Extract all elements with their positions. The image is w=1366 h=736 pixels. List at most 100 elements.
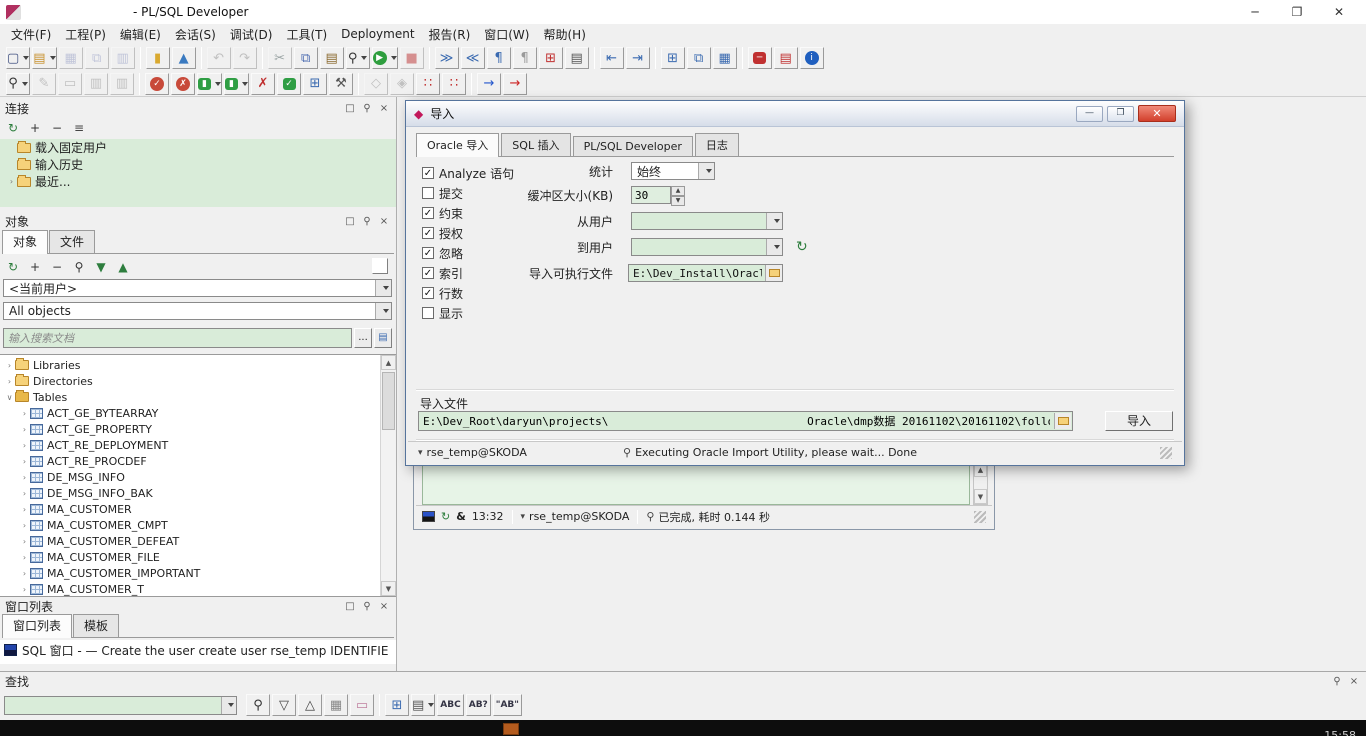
maximize-button[interactable]: ❐ (1276, 1, 1318, 23)
menu-item-7[interactable]: 报告(R) (422, 24, 478, 45)
objects-dock-box-button[interactable] (372, 258, 388, 274)
filter-objects-icon[interactable]: ▼ (91, 258, 111, 276)
checkbox-icon[interactable] (422, 307, 434, 319)
about-icon[interactable]: i (799, 47, 824, 69)
find-object-icon[interactable]: ⚲ (69, 258, 89, 276)
find-icon[interactable]: ⚲ (345, 47, 370, 69)
zoom-caret-icon[interactable] (21, 81, 28, 86)
refresh-users-icon[interactable]: ↻ (796, 239, 808, 255)
tree-item[interactable]: › DE_MSG_INFO_BAK (0, 485, 379, 501)
execute-caret-icon[interactable] (390, 56, 397, 60)
sql-window-content[interactable] (422, 461, 970, 505)
scroll-thumb[interactable] (382, 372, 395, 430)
expander-icon[interactable]: › (19, 521, 30, 530)
tree-item[interactable]: › MA_CUSTOMER_CMPT (0, 517, 379, 533)
tree-item[interactable]: › MA_CUSTOMER_T (0, 581, 379, 596)
expander-icon[interactable]: › (19, 489, 30, 498)
find-input[interactable] (4, 695, 237, 715)
statistics-caret-icon[interactable] (698, 163, 714, 179)
object-filter-dropdown[interactable]: All objects (3, 302, 392, 320)
expander-icon[interactable]: › (19, 409, 30, 418)
copy-icon[interactable]: ⧉ (293, 47, 318, 69)
search-doc-icon[interactable]: ▤ (374, 328, 392, 348)
add-connection-icon[interactable]: + (25, 119, 45, 137)
tree-item[interactable]: › MA_CUSTOMER (0, 501, 379, 517)
window-list-pin-icon[interactable]: ⚲ (360, 601, 374, 612)
scroll-down-icon[interactable]: ▼ (381, 581, 396, 596)
comment-icon[interactable]: ¶ (486, 47, 511, 69)
connections-dock-icon[interactable]: □ (343, 103, 357, 114)
stamp-rollback-icon[interactable]: ✗ (171, 72, 195, 95)
connection-tree-icon[interactable]: ≡ (69, 119, 89, 137)
db-objects-caret-icon[interactable] (215, 81, 221, 86)
tree-item[interactable]: › ACT_GE_PROPERTY (0, 421, 379, 437)
window-list-tab-0[interactable]: 窗口列表 (2, 614, 73, 638)
dialog-close-button[interactable]: ✕ (1138, 105, 1176, 122)
expander-icon[interactable]: › (19, 441, 30, 450)
dialog-maximize-button[interactable]: ❐ (1107, 105, 1134, 122)
tree-item[interactable]: › ACT_RE_DEPLOYMENT (0, 437, 379, 453)
remove-connection-icon[interactable]: − (47, 119, 67, 137)
sql-window-scrollbar[interactable]: ▲ ▼ (973, 461, 988, 505)
report-icon[interactable]: ▤ (773, 47, 798, 69)
import-option-7[interactable]: 显示 (422, 303, 514, 323)
sort-objects-icon[interactable]: ▲ (113, 258, 133, 276)
find-pin-icon[interactable]: ⚲ (1330, 676, 1344, 687)
objects-tree-scrollbar[interactable]: ▲ ▼ (380, 355, 396, 596)
refresh-status-icon[interactable]: ↻ (441, 510, 450, 523)
menu-item-2[interactable]: 编辑(E) (113, 24, 168, 45)
highlight-icon[interactable]: ⊞ (538, 47, 563, 69)
from-user-dropdown[interactable] (631, 212, 783, 230)
search-more-button[interactable]: ... (354, 328, 372, 348)
indent-icon[interactable]: ≫ (434, 47, 459, 69)
import-file-path-input[interactable] (418, 411, 1073, 431)
objects-dock-icon[interactable]: □ (343, 216, 357, 227)
buffer-up-icon[interactable]: ▲ (671, 186, 685, 196)
match-case-icon[interactable]: ABC (437, 694, 464, 716)
tree-item[interactable]: › MA_CUSTOMER_DEFEAT (0, 533, 379, 549)
find-next-icon[interactable]: ▽ (272, 694, 296, 716)
db-export-caret-icon[interactable] (242, 81, 248, 86)
search-scope-icon[interactable]: ▤ (411, 694, 436, 716)
uncomment-icon[interactable]: ¶ (512, 47, 537, 69)
expander-icon[interactable]: ∨ (4, 393, 15, 402)
expander-icon[interactable]: › (6, 177, 17, 186)
add-object-icon[interactable]: + (25, 258, 45, 276)
zoom-icon[interactable]: ⚲ (6, 72, 30, 95)
executable-browse-button[interactable] (765, 265, 782, 281)
outdent-icon[interactable]: ≪ (460, 47, 485, 69)
objects-tab-0[interactable]: 对象 (2, 230, 49, 254)
next-marker-icon[interactable]: ⇥ (625, 47, 650, 69)
close-window-icon[interactable]: ─ (747, 47, 772, 69)
menu-item-8[interactable]: 窗口(W) (477, 24, 536, 45)
expander-icon[interactable]: › (4, 377, 15, 386)
db-objects-icon[interactable]: ▮ (197, 72, 222, 95)
dialog-connection-caret-icon[interactable]: ▾ (418, 448, 423, 458)
compare-icon[interactable]: ⊞ (303, 72, 327, 95)
import-executable-input[interactable] (628, 264, 783, 282)
menu-item-4[interactable]: 调试(D) (223, 24, 280, 45)
tree-item[interactable]: › DE_MSG_INFO (0, 469, 379, 485)
import-file-browse-button[interactable] (1054, 413, 1071, 429)
tree-item[interactable]: › MA_CUSTOMER_FILE (0, 549, 379, 565)
clear-highlight-icon[interactable]: ▭ (350, 694, 374, 716)
to-user-caret-icon[interactable] (766, 239, 782, 255)
tree-item[interactable]: ∨ Tables (0, 389, 379, 405)
find-previous-icon[interactable]: △ (298, 694, 322, 716)
whole-word-icon[interactable]: AB? (465, 694, 491, 716)
invalid-objects-icon[interactable]: ✗ (251, 72, 275, 95)
objects-close-icon[interactable]: × (377, 216, 391, 227)
connection-item-1[interactable]: 输入历史 (0, 156, 396, 173)
menu-item-6[interactable]: Deployment (334, 25, 421, 43)
current-user-caret-icon[interactable] (375, 280, 391, 296)
paste-icon[interactable]: ▤ (319, 47, 344, 69)
go-forward-icon[interactable]: → (477, 72, 501, 95)
menu-item-3[interactable]: 会话(S) (168, 24, 223, 45)
window-list-tab-1[interactable]: 模板 (73, 614, 120, 637)
resize-grip[interactable] (974, 510, 986, 523)
from-user-caret-icon[interactable] (766, 213, 782, 229)
find-input-caret-icon[interactable] (221, 696, 236, 714)
connection-item-2[interactable]: › 最近... (0, 173, 396, 190)
expander-icon[interactable]: › (19, 537, 30, 546)
expander-icon[interactable]: › (19, 457, 30, 466)
